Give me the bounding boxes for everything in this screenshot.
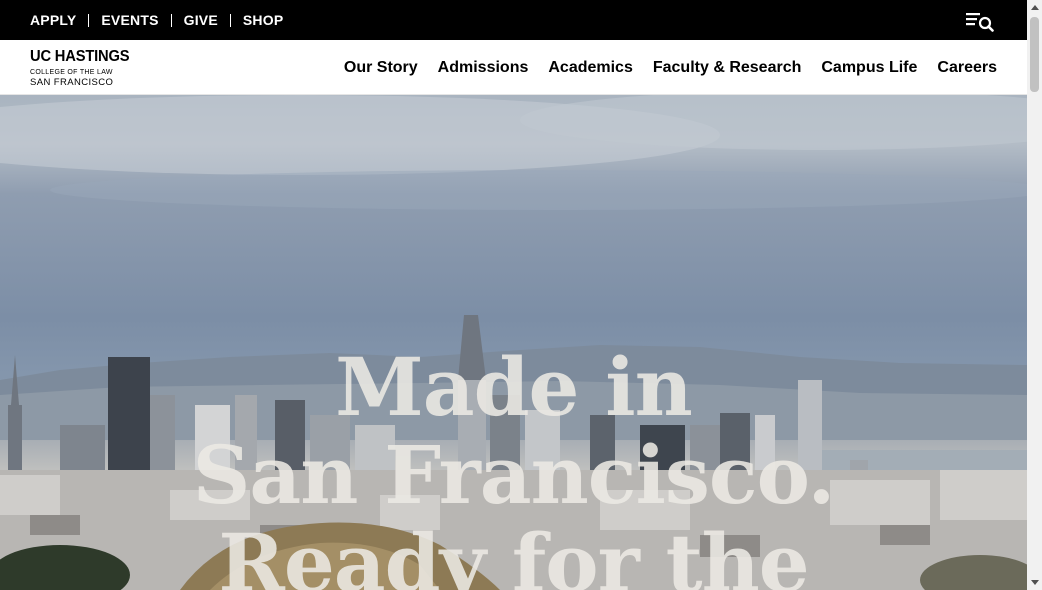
- scroll-down-button[interactable]: [1027, 575, 1042, 590]
- main-nav: UC HASTINGS COLLEGE OF THE LAW SAN FRANC…: [0, 40, 1027, 95]
- hero-headline: Made in San Francisco. Ready for the: [0, 343, 1027, 590]
- page: APPLY EVENTS GIVE SHOP UC HASTINGS COLLE…: [0, 0, 1042, 590]
- nav-item-faculty-research[interactable]: Faculty & Research: [653, 59, 802, 77]
- nav-item-careers[interactable]: Careers: [937, 59, 997, 77]
- scroll-up-button[interactable]: [1027, 0, 1042, 15]
- logo-location: SAN FRANCISCO: [30, 77, 114, 88]
- hero: Made in San Francisco. Ready for the: [0, 95, 1027, 590]
- divider: [229, 13, 231, 27]
- nav-item-our-story[interactable]: Our Story: [344, 59, 418, 77]
- events-link[interactable]: EVENTS: [101, 12, 158, 28]
- divider: [88, 13, 90, 27]
- shop-link[interactable]: SHOP: [243, 12, 283, 28]
- utility-bar: APPLY EVENTS GIVE SHOP: [0, 0, 1027, 40]
- hero-headline-line: Made in: [335, 340, 693, 434]
- logo[interactable]: UC HASTINGS COLLEGE OF THE LAW SAN FRANC…: [30, 49, 138, 88]
- scrollbar-thumb[interactable]: [1030, 17, 1039, 92]
- menu-search-icon[interactable]: [965, 10, 995, 32]
- chevron-up-icon: [1030, 5, 1039, 10]
- hero-headline-line: Ready for the: [218, 516, 809, 590]
- apply-link[interactable]: APPLY: [30, 12, 76, 28]
- give-link[interactable]: GIVE: [184, 12, 218, 28]
- primary-nav: Our Story Admissions Academics Faculty &…: [324, 40, 997, 95]
- page-scrollbar[interactable]: [1027, 0, 1042, 590]
- nav-item-academics[interactable]: Academics: [548, 59, 633, 77]
- logo-title: UC HASTINGS: [30, 48, 130, 65]
- nav-item-campus-life[interactable]: Campus Life: [821, 59, 917, 77]
- chevron-down-icon: [1030, 580, 1039, 585]
- hero-headline-line: San Francisco.: [192, 428, 836, 522]
- divider: [170, 13, 172, 27]
- nav-item-admissions[interactable]: Admissions: [438, 59, 529, 77]
